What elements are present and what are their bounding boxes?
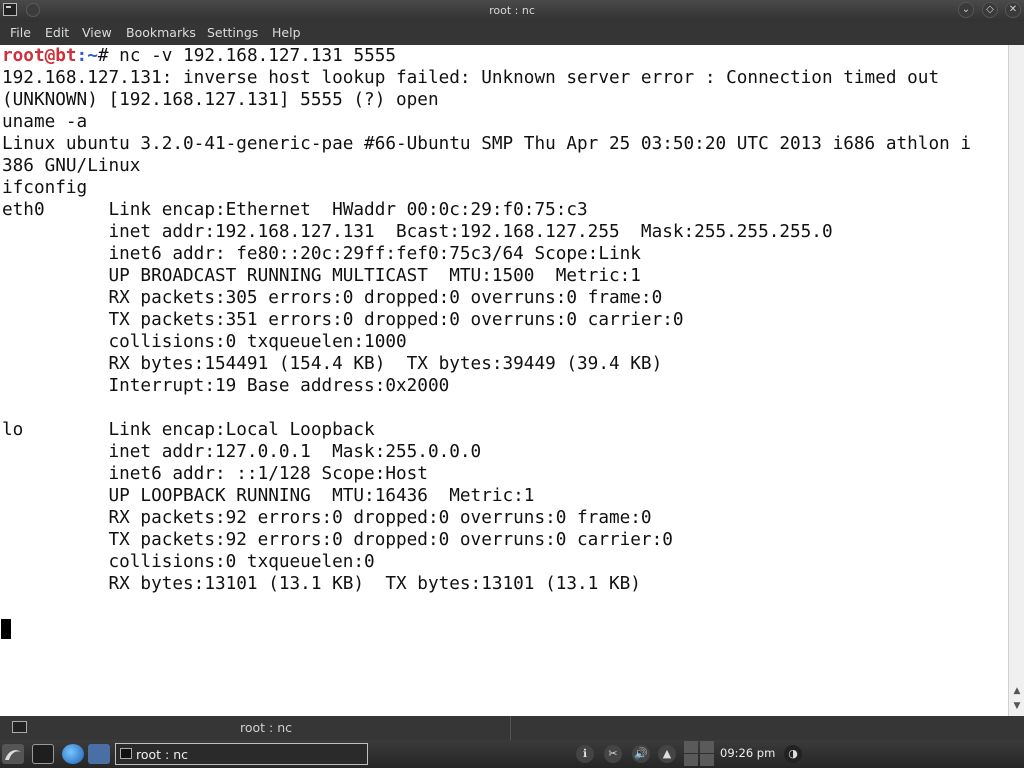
terminal-line: RX bytes:154491 (154.4 KB) TX bytes:3944… <box>2 354 663 374</box>
terminal-line: Linux ubuntu 3.2.0-41-generic-pae #66-Ub… <box>2 134 972 154</box>
menu-edit[interactable]: Edit <box>45 25 69 40</box>
terminal-line: inet addr:127.0.0.1 Mask:255.0.0.0 <box>2 442 482 462</box>
session-tab-bar: root : nc <box>0 716 1024 740</box>
terminal-line: inet6 addr: ::1/128 Scope:Host <box>2 464 428 484</box>
terminal-line: UP BROADCAST RUNNING MULTICAST MTU:1500 … <box>2 266 641 286</box>
terminal-line: 386 GNU/Linux <box>2 156 141 176</box>
menu-view[interactable]: View <box>82 25 112 40</box>
terminal-line: ifconfig <box>2 178 88 198</box>
prompt-symbol: # <box>97 46 120 66</box>
vertical-scrollbar[interactable]: ▲ ▼ <box>1008 45 1024 716</box>
terminal-line: RX bytes:13101 (13.1 KB) TX bytes:13101 … <box>2 574 641 594</box>
terminal-line: eth0 Link encap:Ethernet HWaddr 00:0c:29… <box>2 200 609 220</box>
terminal-output[interactable]: root@bt:~# nc -v 192.168.127.131 5555 19… <box>0 45 1008 716</box>
command-text: nc -v 192.168.127.131 5555 <box>119 46 397 66</box>
info-icon[interactable]: ℹ <box>576 745 594 763</box>
menu-bookmarks[interactable]: Bookmarks <box>126 25 196 40</box>
browser-launcher-icon[interactable] <box>62 744 84 764</box>
terminal-line: (UNKNOWN) [192.168.127.131] 5555 (?) ope… <box>2 90 439 110</box>
terminal-line: uname -a <box>2 112 88 132</box>
file-manager-launcher-icon[interactable] <box>88 744 110 764</box>
terminal-line: inet addr:192.168.127.131 Bcast:192.168.… <box>2 222 833 242</box>
terminal-line: RX packets:92 errors:0 dropped:0 overrun… <box>2 508 652 528</box>
terminal-line: collisions:0 txqueuelen:0 <box>2 552 386 572</box>
terminal-line: Interrupt:19 Base address:0x2000 <box>2 376 460 396</box>
prompt-path: :~ <box>76 46 98 66</box>
notifications-icon[interactable]: ▲ <box>658 745 676 763</box>
window-title: root : nc <box>489 4 535 17</box>
clipboard-scissors-icon[interactable]: ✂ <box>604 745 622 763</box>
task-label: root : nc <box>136 747 189 762</box>
desktop-pager-3[interactable] <box>684 754 698 766</box>
session-tab[interactable]: root : nc <box>120 720 412 735</box>
prompt-line: root@bt:~# nc -v 192.168.127.131 5555 <box>2 45 396 67</box>
terminal-line: inet6 addr: fe80::20c:29ff:fef0:75c3/64 … <box>2 244 641 264</box>
terminal-line: TX packets:92 errors:0 dropped:0 overrun… <box>2 530 673 550</box>
cashew-icon[interactable]: ◑ <box>784 745 802 763</box>
clock[interactable]: 09:26 pm <box>720 746 775 760</box>
task-terminal-icon <box>120 748 132 759</box>
desktop-pager-1[interactable] <box>684 741 698 753</box>
scroll-down-arrow-icon[interactable]: ▼ <box>1012 701 1022 711</box>
terminal-line: UP LOOPBACK RUNNING MTU:16436 Metric:1 <box>2 486 535 506</box>
scroll-up-arrow-icon[interactable]: ▲ <box>1012 686 1022 696</box>
desktop-pager-4[interactable] <box>700 754 714 766</box>
terminal-line: lo Link encap:Local Loopback <box>2 420 397 440</box>
menu-file[interactable]: File <box>10 25 31 40</box>
terminal-line: 192.168.127.131: inverse host lookup fai… <box>2 68 940 88</box>
terminal-line: TX packets:351 errors:0 dropped:0 overru… <box>2 310 684 330</box>
close-button[interactable]: ✕ <box>1005 2 1021 18</box>
kde-menu-icon[interactable] <box>2 744 24 764</box>
menu-settings[interactable]: Settings <box>207 25 258 40</box>
minimize-button[interactable]: ⌄ <box>958 2 974 18</box>
terminal-line: collisions:0 txqueuelen:1000 <box>2 332 418 352</box>
desktop-pager-2[interactable] <box>700 741 714 753</box>
volume-icon[interactable]: 🔊 <box>632 745 650 763</box>
terminal-line: RX packets:305 errors:0 dropped:0 overru… <box>2 288 663 308</box>
terminal-launcher-icon[interactable] <box>32 744 54 764</box>
taskbar-task-terminal[interactable]: root : nc <box>115 743 368 765</box>
maximize-button[interactable]: ◇ <box>982 2 998 18</box>
window-titlebar[interactable]: root : nc ⌄ ◇ ✕ <box>0 0 1024 21</box>
prompt-user: root@bt <box>2 46 77 66</box>
new-tab-icon[interactable] <box>12 721 27 733</box>
menu-help[interactable]: Help <box>272 25 301 40</box>
text-cursor <box>1 619 11 639</box>
menu-bar: File Edit View Bookmarks Settings Help <box>0 21 1024 45</box>
taskbar: root : nc ℹ ✂ 🔊 ▲ 09:26 pm ◑ <box>0 740 1024 768</box>
tab-divider <box>510 716 511 740</box>
